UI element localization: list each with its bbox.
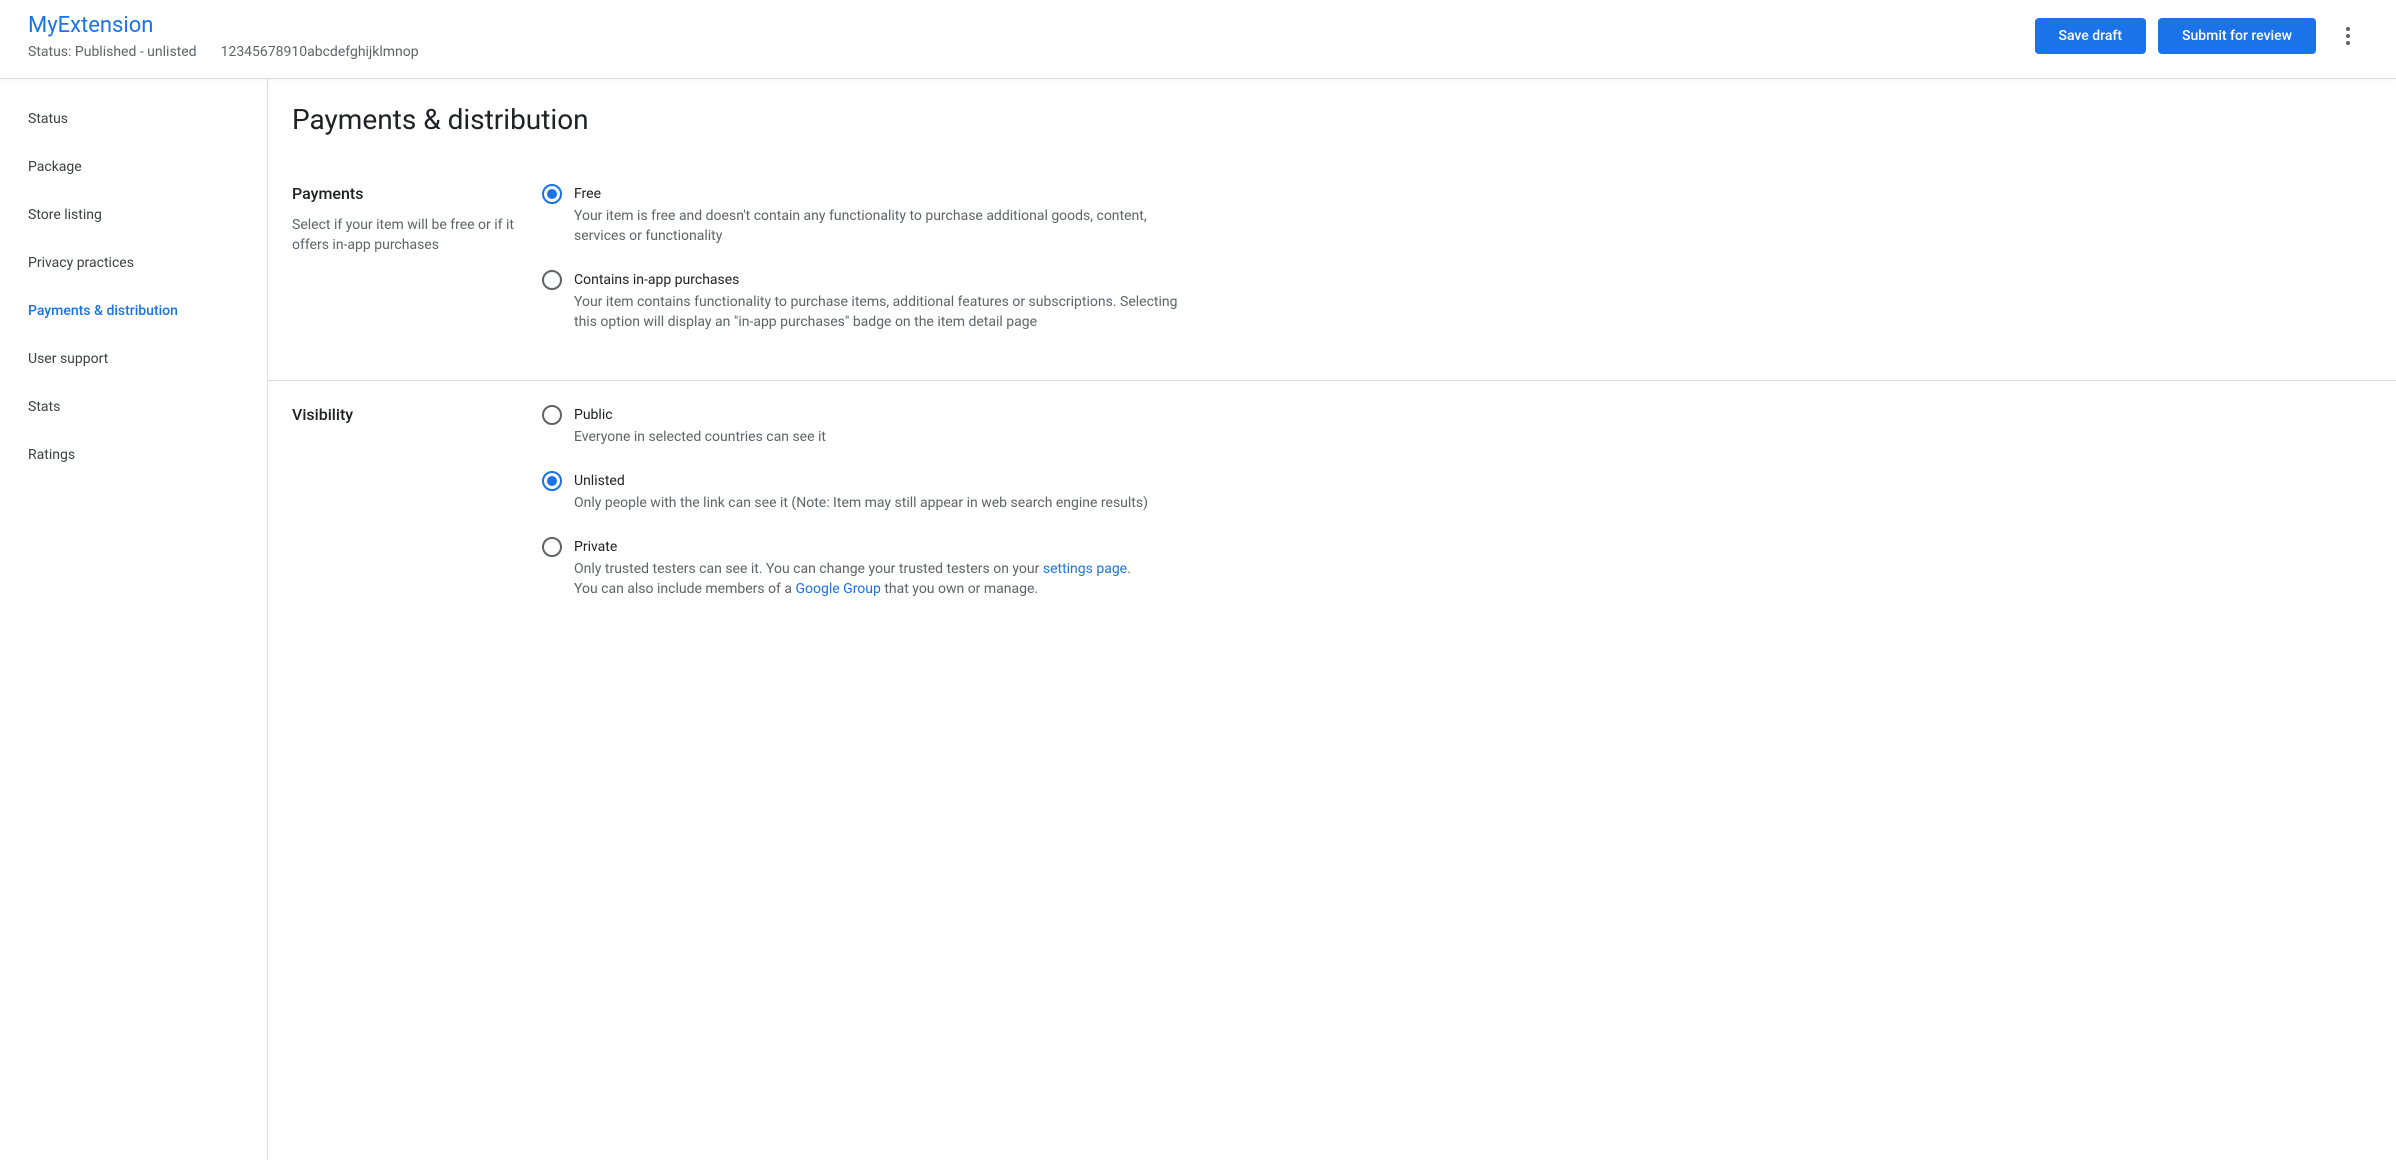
visibility-section-header: Visibility <box>292 405 542 599</box>
main-content: Payments & distribution Payments Select … <box>268 79 2396 1159</box>
main-layout: Status Package Store listing Privacy pra… <box>0 79 2396 1159</box>
sidebar-item-stats[interactable]: Stats <box>0 383 267 431</box>
payments-option-free[interactable]: Free Your item is free and doesn't conta… <box>542 184 1192 246</box>
radio-private-content: Private Only trusted testers can see it.… <box>574 537 1192 599</box>
radio-free-content: Free Your item is free and doesn't conta… <box>574 184 1192 246</box>
radio-public-content: Public Everyone in selected countries ca… <box>574 405 1192 447</box>
radio-iap[interactable] <box>542 270 562 290</box>
radio-private-label: Private <box>574 537 1192 557</box>
radio-iap-desc: Your item contains functionality to purc… <box>574 292 1192 332</box>
header-left: MyExtension Status: Published - unlisted… <box>28 12 419 60</box>
radio-iap-content: Contains in-app purchases Your item cont… <box>574 270 1192 332</box>
submit-for-review-button[interactable]: Submit for review <box>2158 18 2316 54</box>
private-desc-p4: that you own or manage. <box>881 581 1038 597</box>
save-draft-button[interactable]: Save draft <box>2035 18 2147 54</box>
radio-private-desc: Only trusted testers can see it. You can… <box>574 559 1192 599</box>
private-desc-p1: Only trusted testers can see it. You can… <box>574 561 1043 577</box>
sidebar-item-store-listing[interactable]: Store listing <box>0 191 267 239</box>
sidebar-item-ratings[interactable]: Ratings <box>0 431 267 479</box>
private-desc-p2: . <box>1127 561 1131 577</box>
visibility-option-unlisted[interactable]: Unlisted Only people with the link can s… <box>542 471 1192 513</box>
radio-public[interactable] <box>542 405 562 425</box>
radio-free[interactable] <box>542 184 562 204</box>
payments-section-header: Payments Select if your item will be fre… <box>292 184 542 332</box>
visibility-options: Public Everyone in selected countries ca… <box>542 405 1192 599</box>
sidebar: Status Package Store listing Privacy pra… <box>0 79 268 1159</box>
sidebar-item-user-support[interactable]: User support <box>0 335 267 383</box>
payments-option-iap[interactable]: Contains in-app purchases Your item cont… <box>542 270 1192 332</box>
header-actions: Save draft Submit for review <box>2035 16 2368 56</box>
radio-private[interactable] <box>542 537 562 557</box>
radio-public-desc: Everyone in selected countries can see i… <box>574 427 1192 447</box>
visibility-title: Visibility <box>292 405 518 424</box>
page-header: MyExtension Status: Published - unlisted… <box>0 0 2396 79</box>
radio-unlisted-content: Unlisted Only people with the link can s… <box>574 471 1192 513</box>
radio-public-label: Public <box>574 405 1192 425</box>
app-title[interactable]: MyExtension <box>28 12 419 40</box>
more-options-button[interactable] <box>2328 16 2368 56</box>
radio-free-desc: Your item is free and doesn't contain an… <box>574 206 1192 246</box>
radio-unlisted-desc: Only people with the link can see it (No… <box>574 493 1192 513</box>
google-group-link[interactable]: Google Group <box>795 581 880 597</box>
payments-options: Free Your item is free and doesn't conta… <box>542 184 1192 332</box>
private-desc-p3: You can also include members of a <box>574 581 795 597</box>
radio-free-label: Free <box>574 184 1192 204</box>
radio-unlisted[interactable] <box>542 471 562 491</box>
status-text: Status: Published - unlisted <box>28 44 197 60</box>
sidebar-item-package[interactable]: Package <box>0 143 267 191</box>
header-subline: Status: Published - unlisted 12345678910… <box>28 44 419 60</box>
sidebar-item-privacy-practices[interactable]: Privacy practices <box>0 239 267 287</box>
page-title: Payments & distribution <box>268 79 2396 160</box>
radio-unlisted-label: Unlisted <box>574 471 1192 491</box>
visibility-option-public[interactable]: Public Everyone in selected countries ca… <box>542 405 1192 447</box>
radio-iap-label: Contains in-app purchases <box>574 270 1192 290</box>
more-vert-icon <box>2346 27 2350 45</box>
sidebar-item-status[interactable]: Status <box>0 95 267 143</box>
settings-page-link[interactable]: settings page <box>1043 561 1127 577</box>
payments-section: Payments Select if your item will be fre… <box>268 160 2396 381</box>
payments-desc: Select if your item will be free or if i… <box>292 215 518 255</box>
sidebar-item-payments-distribution[interactable]: Payments & distribution <box>0 287 267 335</box>
visibility-option-private[interactable]: Private Only trusted testers can see it.… <box>542 537 1192 599</box>
visibility-section: Visibility Public Everyone in selected c… <box>268 381 2396 647</box>
payments-title: Payments <box>292 184 518 203</box>
item-id: 12345678910abcdefghijklmnop <box>221 44 419 60</box>
